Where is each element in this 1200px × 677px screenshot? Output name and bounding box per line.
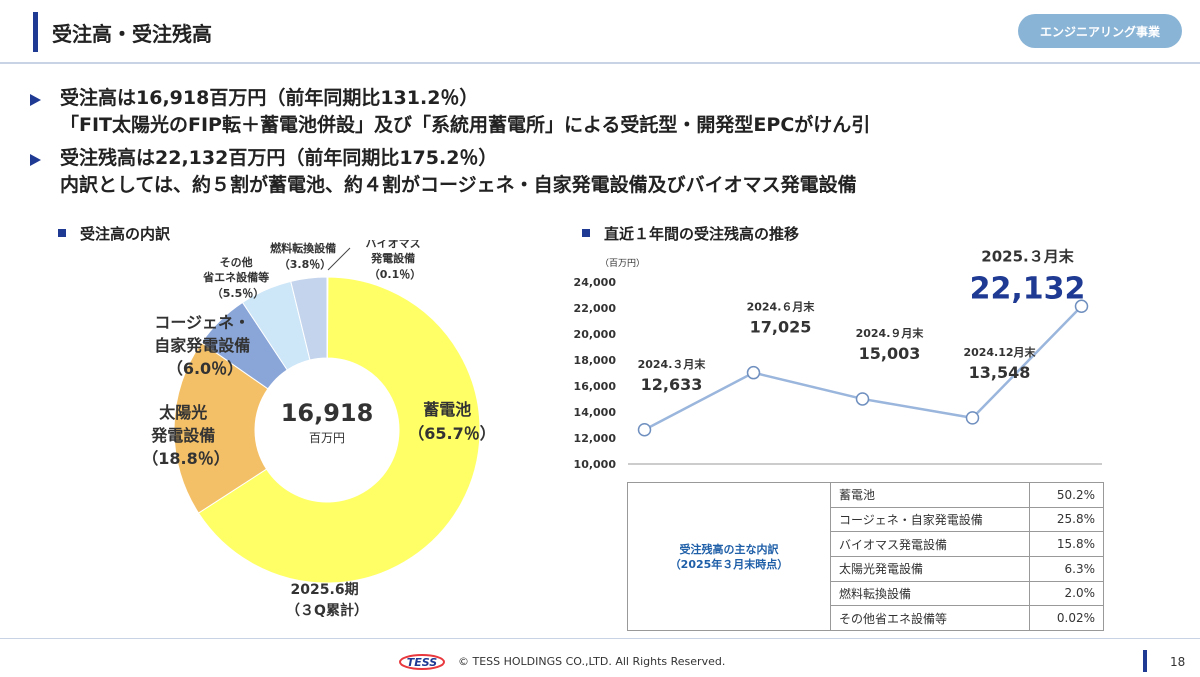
- orders-donut-chart: 16,918 百万円 蓄電池 （65.7％） 太陽光 発電設備 （18.8％） …: [142, 240, 495, 619]
- title-accent-bar: [33, 12, 38, 52]
- value-label: 13,548: [969, 363, 1031, 382]
- table-cell-value: 6.3%: [1029, 555, 1104, 582]
- y-tick-label: 24,000: [574, 276, 617, 289]
- label-other-line2: 省エネ設備等: [202, 270, 269, 284]
- category-label: 2024.６月末: [747, 300, 816, 314]
- title-divider: [0, 62, 1200, 64]
- y-tick-label: 22,000: [574, 302, 617, 315]
- copyright-text: © TESS HOLDINGS CO.,LTD. All Rights Rese…: [458, 655, 726, 668]
- label-cogen-line2: 自家発電設備: [154, 336, 250, 355]
- y-tick-label: 10,000: [574, 458, 617, 471]
- data-point: [637, 423, 652, 437]
- bullet-orders: 受注高は16,918百万円（前年同期比131.2％） 「FIT太陽光のFIP転＋…: [30, 85, 870, 139]
- label-biomass-line3: （0.1％）: [369, 268, 422, 281]
- table-side-line1: 受注残高の主な内訳: [679, 542, 779, 556]
- table-cell-value: 15.8%: [1029, 531, 1104, 557]
- table-cell-value: 25.8%: [1029, 506, 1104, 533]
- page-number: 18: [1170, 655, 1186, 669]
- period-label: 2025.6期 （３Q累計）: [286, 582, 368, 619]
- value-label: 17,025: [750, 318, 812, 337]
- table-cell-value: 0.02%: [1029, 605, 1104, 631]
- period-line2: （３Q累計）: [286, 602, 368, 619]
- donut-center-value: 16,918: [281, 399, 374, 427]
- page-number-bar: [1143, 650, 1147, 672]
- footer-divider: [0, 638, 1200, 639]
- y-tick-label: 18,000: [574, 354, 617, 367]
- label-fuel: 燃料転換設備 （3.8％）: [269, 241, 340, 271]
- tess-logo: TESS: [399, 654, 445, 670]
- label-fuel-line2: （3.8％）: [279, 258, 332, 271]
- label-solar-line2: 発電設備: [150, 426, 215, 445]
- label-biomass: バイオマス 発電設備 （0.1％）: [366, 240, 425, 281]
- label-other-line3: （5.5％）: [212, 287, 265, 300]
- table-cell-name: バイオマス発電設備: [830, 531, 1030, 557]
- triangle-bullet-icon: [30, 154, 41, 166]
- value-label: 15,003: [859, 344, 921, 363]
- label-battery-line2: （65.7％）: [408, 424, 495, 443]
- category-label: 2024.12月末: [963, 345, 1036, 359]
- table-cell-value: 50.2%: [1029, 482, 1104, 508]
- y-axis-unit: （百万円）: [600, 258, 645, 269]
- category-label: 2024.３月末: [638, 357, 707, 371]
- label-solar-line3: （18.8％）: [142, 449, 229, 468]
- backlog-breakdown-table: 受注残高の主な内訳 （2025年３月末時点） 蓄電池 50.2% コージェネ・自…: [627, 482, 1104, 631]
- value-label: 12,633: [641, 375, 703, 394]
- y-tick-label: 20,000: [574, 328, 617, 341]
- label-biomass-line1: バイオマス: [366, 240, 421, 250]
- table-cell-name: 蓄電池: [830, 482, 1030, 508]
- label-biomass-line2: 発電設備: [370, 251, 415, 265]
- data-point: [746, 365, 761, 380]
- square-bullet-icon: [582, 229, 590, 237]
- triangle-bullet-icon: [30, 94, 41, 106]
- backlog-line-chart: （百万円） 10,000 12,000 14,000 16,000 18,000 20,0…: [574, 247, 1102, 471]
- label-solar-line1: 太陽光: [158, 403, 207, 422]
- y-tick-label: 12,000: [574, 432, 617, 445]
- page-title: 受注高・受注残高: [52, 22, 212, 46]
- label-battery-line1: 蓄電池: [423, 400, 471, 419]
- data-point: [965, 411, 980, 425]
- label-fuel-line1: 燃料転換設備: [269, 241, 336, 255]
- bullet-orders-line2: 「FIT太陽光のFIP転＋蓄電池併設」及び「系統用蓄電所」による受託型・開発型E…: [60, 114, 871, 136]
- table-cell-name: 太陽光発電設備: [830, 555, 1030, 582]
- logo-text: TESS: [407, 656, 438, 669]
- bullet-backlog: 受注残高は22,132百万円（前年同期比175.2％） 内訳としては、約５割が蓄…: [30, 145, 857, 199]
- bullet-backlog-line1: 受注残高は22,132百万円（前年同期比175.2％）: [60, 147, 498, 169]
- label-other-line1: その他: [220, 255, 253, 269]
- y-tick-label: 14,000: [574, 406, 617, 419]
- category-label: 2025.３月末: [981, 247, 1074, 265]
- table-row: 受注残高の主な内訳 （2025年３月末時点） 蓄電池 50.2%: [627, 482, 1104, 631]
- label-cogen-line1: コージェネ・: [154, 313, 250, 332]
- table-cell-name: その他省エネ設備等: [830, 605, 1030, 631]
- donut-center-unit: 百万円: [309, 431, 345, 445]
- label-cogen-line3: （6.0％）: [167, 359, 243, 378]
- y-tick-label: 16,000: [574, 380, 617, 393]
- bullet-backlog-line2: 内訳としては、約５割が蓄電池、約４割がコージェネ・自家発電設備及びバイオマス発電…: [60, 174, 857, 196]
- table-side-heading: 受注残高の主な内訳 （2025年３月末時点）: [627, 482, 831, 631]
- table-cell-name: コージェネ・自家発電設備: [830, 506, 1030, 533]
- square-bullet-icon: [58, 229, 66, 237]
- value-label: 22,132: [970, 271, 1086, 306]
- data-point: [855, 392, 870, 406]
- label-other: その他 省エネ設備等 （5.5％）: [202, 255, 273, 300]
- bullet-orders-line1: 受注高は16,918百万円（前年同期比131.2％）: [60, 87, 479, 109]
- label-cogen: コージェネ・ 自家発電設備 （6.0％）: [154, 313, 256, 378]
- period-line1: 2025.6期: [291, 582, 359, 598]
- table-side-line2: （2025年３月末時点）: [669, 557, 789, 571]
- category-label: 2024.９月末: [856, 326, 925, 340]
- table-cell-value: 2.0%: [1029, 580, 1104, 607]
- table-cell-name: 燃料転換設備: [830, 580, 1030, 607]
- segment-badge: エンジニアリング事業: [1018, 14, 1182, 48]
